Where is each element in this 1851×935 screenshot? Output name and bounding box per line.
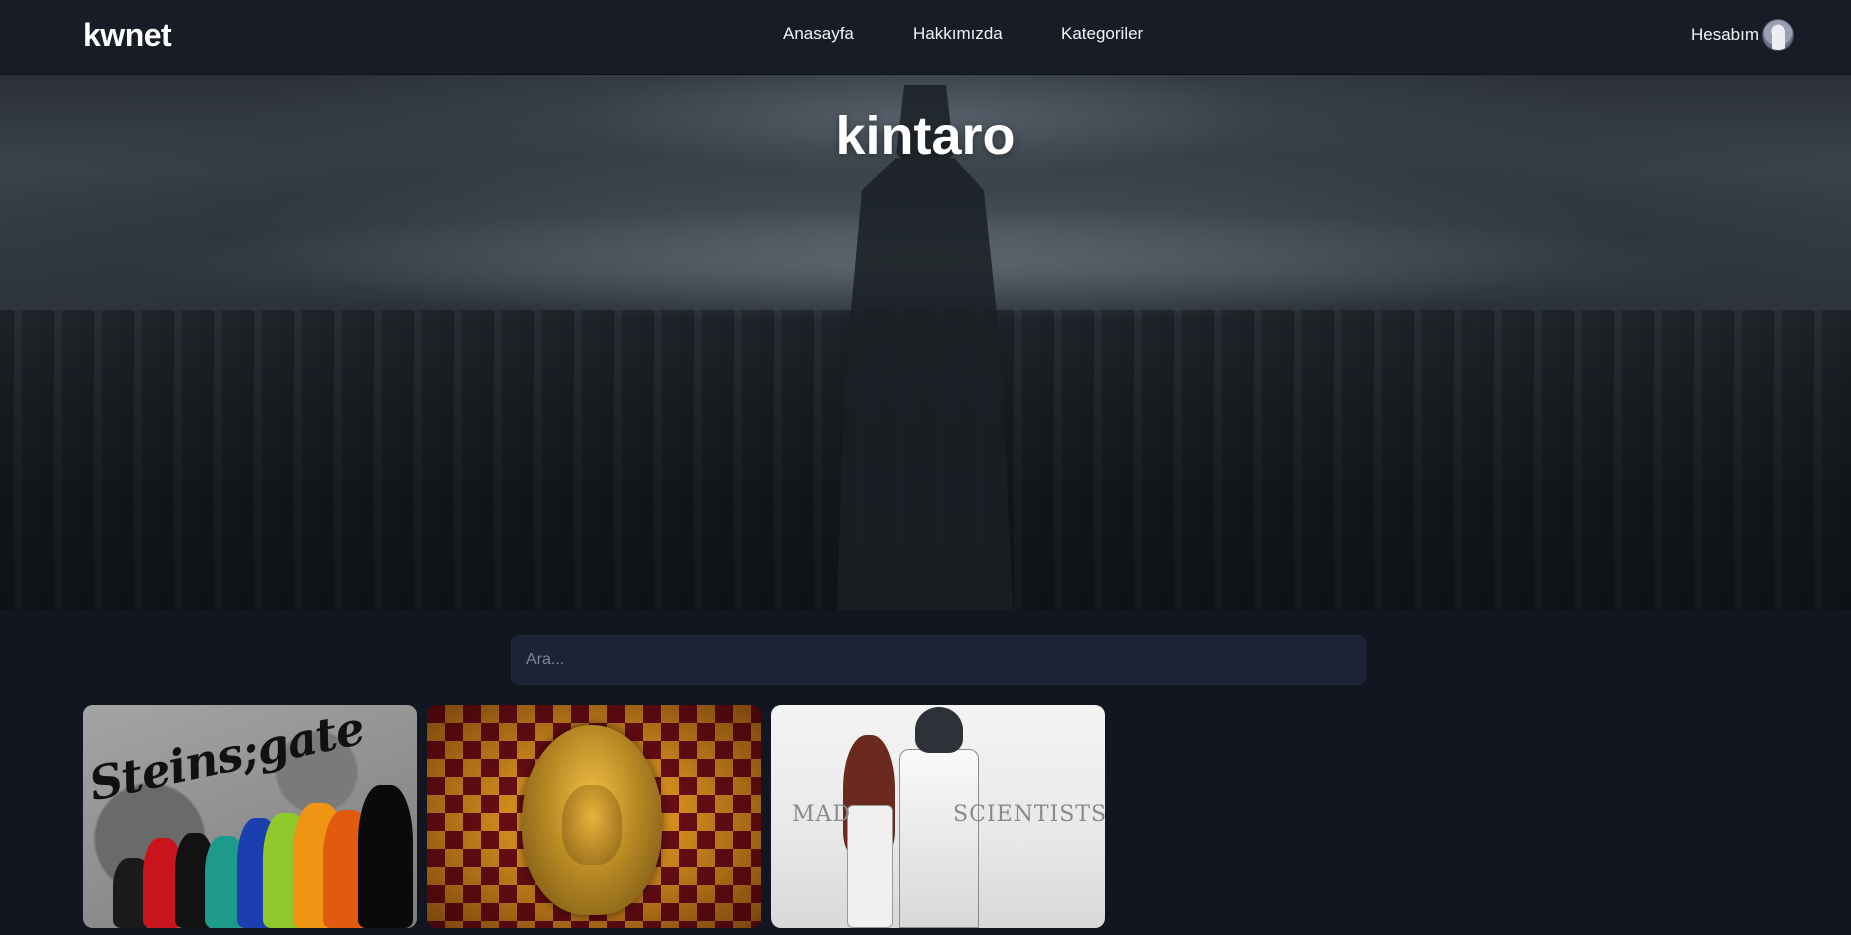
search-input[interactable]: [511, 635, 1366, 685]
card-image-text-right: SCIENTISTS: [953, 802, 1105, 827]
nav-link-home[interactable]: Anasayfa: [783, 24, 854, 44]
hero-banner: kintaro: [0, 75, 1851, 610]
user-avatar-icon[interactable]: [1762, 19, 1794, 51]
nav-link-categories[interactable]: Kategoriler: [1061, 24, 1143, 44]
card-image-text-left: MAD: [792, 802, 852, 827]
card-image-character-left: [843, 735, 895, 928]
main-nav: Anasayfa Hakkımızda Kategoriler: [0, 0, 1851, 75]
search-bar: [511, 635, 1366, 685]
nav-link-about[interactable]: Hakkımızda: [913, 24, 1003, 44]
top-navbar: kwnet Anasayfa Hakkımızda Kategoriler He…: [0, 0, 1851, 75]
card-image-characters: [113, 785, 413, 928]
content-card[interactable]: [427, 705, 761, 928]
account-menu[interactable]: Hesabım: [1691, 18, 1794, 52]
account-label: Hesabım: [1690, 25, 1759, 44]
card-image-golden-emblem: [522, 725, 662, 915]
content-card[interactable]: Steins;gate: [83, 705, 417, 928]
hero-title: kintaro: [835, 106, 1016, 166]
content-card[interactable]: MAD SCIENTISTS: [771, 705, 1105, 928]
